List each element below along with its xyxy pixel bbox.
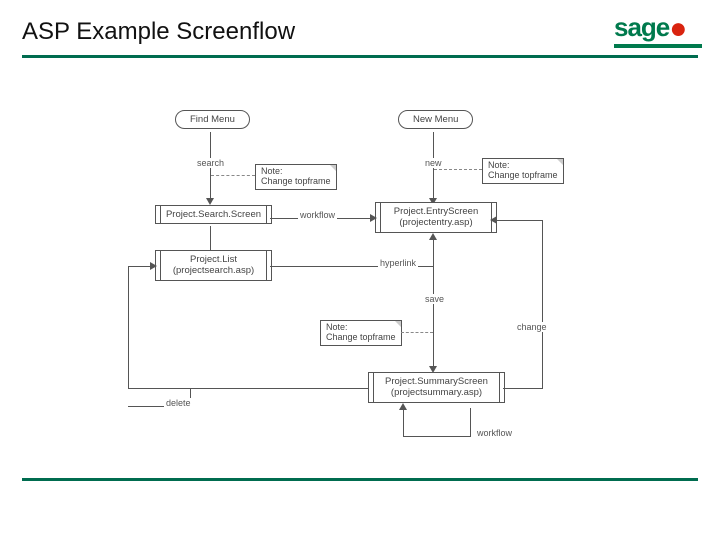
arrowhead-icon <box>370 214 377 222</box>
flow-diagram: Find Menu New Menu search new Note: Chan… <box>120 110 640 480</box>
connector <box>403 436 471 437</box>
box-label-line1: Project.List <box>190 254 237 265</box>
sage-logo: sage● <box>614 12 702 48</box>
connector <box>403 408 404 436</box>
arrowhead-icon <box>399 403 407 410</box>
connector <box>495 220 543 221</box>
note-3: Note: Change topframe <box>320 320 402 346</box>
connector <box>503 388 543 389</box>
box-label: Project.Search.Screen <box>166 209 261 220</box>
page-title: ASP Example Screenflow <box>22 18 295 46</box>
label-workflow1: workflow <box>298 210 337 220</box>
new-menu-pill: New Menu <box>398 110 473 129</box>
box-label-line1: Project.EntryScreen <box>394 206 478 217</box>
label-change: change <box>515 322 549 332</box>
connector <box>542 220 543 388</box>
connector <box>128 388 368 389</box>
logo-dot-icon: ● <box>669 12 686 45</box>
label-delete: delete <box>164 398 193 408</box>
note-2-line2: Change topframe <box>488 171 558 181</box>
note-1: Note: Change topframe <box>255 164 337 190</box>
note-3-line2: Change topframe <box>326 333 396 343</box>
box-label-line2: (projectsummary.asp) <box>391 387 482 398</box>
title-underline <box>22 55 698 58</box>
note-connector <box>401 332 433 333</box>
project-entry-screen-box: Project.EntryScreen (projectentry.asp) <box>375 202 497 233</box>
logo-text: sage <box>614 12 669 42</box>
project-search-screen-box: Project.Search.Screen <box>155 205 272 224</box>
box-inner: Project.EntryScreen (projectentry.asp) <box>380 203 492 232</box>
box-label-line2: (projectentry.asp) <box>399 217 472 228</box>
box-label-line2: (projectsearch.asp) <box>173 265 254 276</box>
label-search: search <box>195 158 226 168</box>
box-label-line1: Project.SummaryScreen <box>385 376 488 387</box>
arrowhead-icon <box>206 198 214 205</box>
box-inner: Project.List (projectsearch.asp) <box>160 251 267 280</box>
note-connector <box>434 169 482 170</box>
logo-underline <box>614 44 702 48</box>
arrowhead-icon <box>150 262 157 270</box>
arrowhead-icon <box>490 216 497 224</box>
connector <box>128 266 129 388</box>
box-inner: Project.Search.Screen <box>160 206 267 223</box>
box-inner: Project.SummaryScreen (projectsummary.as… <box>373 373 500 402</box>
label-new: new <box>423 158 444 168</box>
find-menu-pill: Find Menu <box>175 110 250 129</box>
project-summary-box: Project.SummaryScreen (projectsummary.as… <box>368 372 505 403</box>
label-workflow2: workflow <box>475 428 514 438</box>
label-hyperlink: hyperlink <box>378 258 418 268</box>
project-list-box: Project.List (projectsearch.asp) <box>155 250 272 281</box>
label-save: save <box>423 294 446 304</box>
connector <box>470 408 471 436</box>
note-connector <box>211 175 255 176</box>
note-2: Note: Change topframe <box>482 158 564 184</box>
note-1-line2: Change topframe <box>261 177 331 187</box>
connector <box>210 226 211 250</box>
